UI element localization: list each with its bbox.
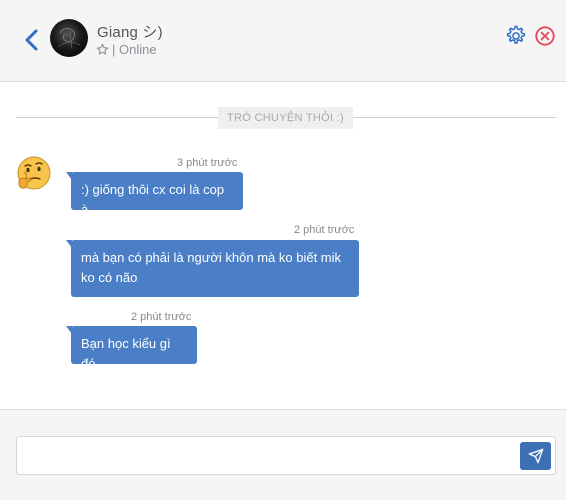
- chat-header: Giang シ) | Online: [0, 0, 566, 82]
- paper-plane-icon: [528, 448, 543, 464]
- chevron-left-icon[interactable]: [22, 27, 42, 53]
- thinking-face-emoji: [17, 156, 51, 190]
- composer-bar: [0, 409, 566, 500]
- online-status: | Online: [112, 42, 157, 57]
- close-circle-icon[interactable]: [534, 25, 556, 47]
- message-bubble[interactable]: :) giống thôi cx coi là cop à: [66, 172, 243, 217]
- user-avatar[interactable]: [50, 19, 88, 57]
- star-outline-icon[interactable]: [96, 43, 109, 56]
- send-button[interactable]: [520, 442, 551, 470]
- conversation-divider-label: TRÒ CHUYỆN THÔI :): [218, 107, 353, 129]
- message-timestamp: 2 phút trước: [131, 311, 192, 323]
- message-input[interactable]: [16, 436, 556, 475]
- message-timestamp: 3 phút trước: [177, 157, 238, 169]
- message-bubble[interactable]: mà bạn có phải là người khôn mà ko biết …: [66, 240, 359, 297]
- contact-name: Giang シ): [97, 24, 163, 41]
- status-row: | Online: [96, 42, 157, 57]
- message-list[interactable]: TRÒ CHUYỆN THÔI :) 3 phút trước :) giống…: [0, 83, 566, 409]
- message-timestamp: 2 phút trước: [294, 224, 355, 236]
- gear-icon[interactable]: [505, 25, 527, 47]
- message-bubble[interactable]: Bạn học kiểu gì đó: [66, 326, 197, 371]
